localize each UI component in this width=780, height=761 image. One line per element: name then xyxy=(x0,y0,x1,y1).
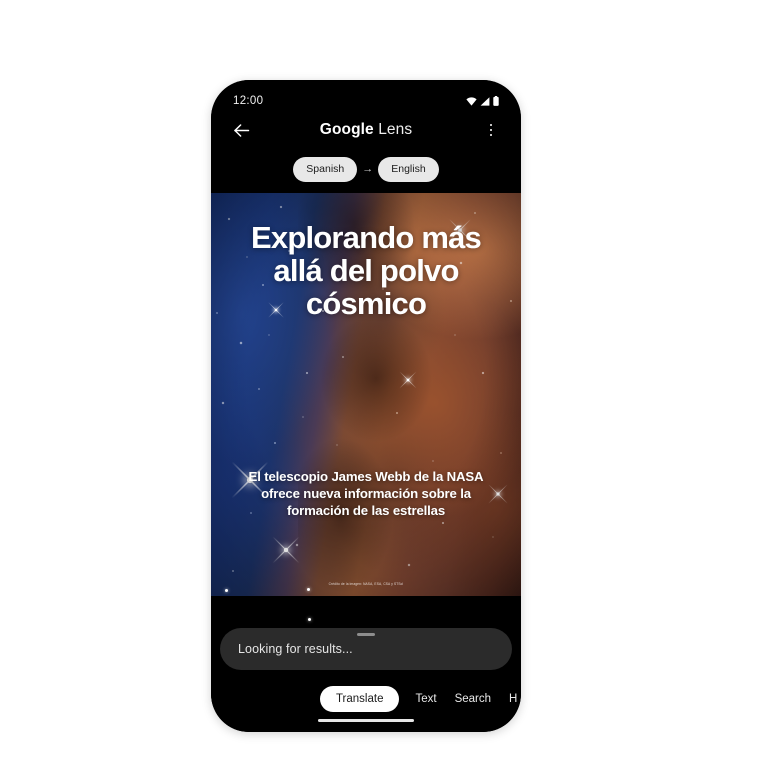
diffraction-star-icon xyxy=(496,492,500,496)
status-bar-icons xyxy=(466,96,499,106)
wifi-icon xyxy=(466,96,477,106)
status-bar: 12:00 xyxy=(211,80,521,114)
back-arrow-icon[interactable] xyxy=(227,116,255,144)
app-title-brand: Google xyxy=(319,121,374,138)
tab-homework[interactable]: H xyxy=(507,693,517,705)
home-indicator[interactable] xyxy=(318,718,414,722)
app-bar: Google Lens xyxy=(211,110,521,150)
status-bar-time: 12:00 xyxy=(233,95,264,107)
page-title: Google Lens xyxy=(320,121,412,139)
tab-translate[interactable]: Translate xyxy=(319,686,400,712)
lens-viewfinder-image[interactable]: Explorando más allá del polvo cósmico El… xyxy=(211,193,521,596)
results-status-text: Looking for results... xyxy=(238,642,353,656)
source-language-chip[interactable]: Spanish xyxy=(293,156,358,182)
phone-screen: 12:00 Google Lens Spanish → English Expl… xyxy=(211,80,521,732)
app-title-sub: Lens xyxy=(373,121,413,138)
kebab-dots xyxy=(489,123,493,137)
screenshot-canvas: 12:00 Google Lens Spanish → English Expl… xyxy=(0,0,780,761)
lens-lower-panel: Looking for results... Translate Text Se… xyxy=(211,596,521,732)
lens-detection-dot[interactable] xyxy=(308,618,312,622)
results-bottom-sheet[interactable]: Looking for results... xyxy=(220,628,512,670)
tab-search[interactable]: Search xyxy=(453,693,493,705)
lens-mode-tabs: Translate Text Search H xyxy=(211,684,521,714)
language-direction-arrow-icon: → xyxy=(362,162,374,175)
battery-icon xyxy=(493,96,499,106)
tab-text[interactable]: Text xyxy=(413,693,438,705)
more-vertical-icon[interactable] xyxy=(477,116,505,144)
target-language-chip[interactable]: English xyxy=(378,156,439,182)
translated-body-text: El telescopio James Webb de la NASA ofre… xyxy=(248,469,484,519)
translate-language-bar: Spanish → English xyxy=(211,154,521,184)
translated-headline: Explorando más allá del polvo cósmico xyxy=(251,220,482,322)
phone-device: 12:00 Google Lens Spanish → English Expl… xyxy=(211,80,521,732)
image-credit-caption: Crédito de la imagen: NASA, ESA, CSA y S… xyxy=(328,582,404,586)
diffraction-star-icon xyxy=(283,547,289,553)
diffraction-star-icon xyxy=(406,378,410,382)
drag-handle[interactable] xyxy=(357,633,375,636)
cellular-signal-icon xyxy=(480,96,490,106)
